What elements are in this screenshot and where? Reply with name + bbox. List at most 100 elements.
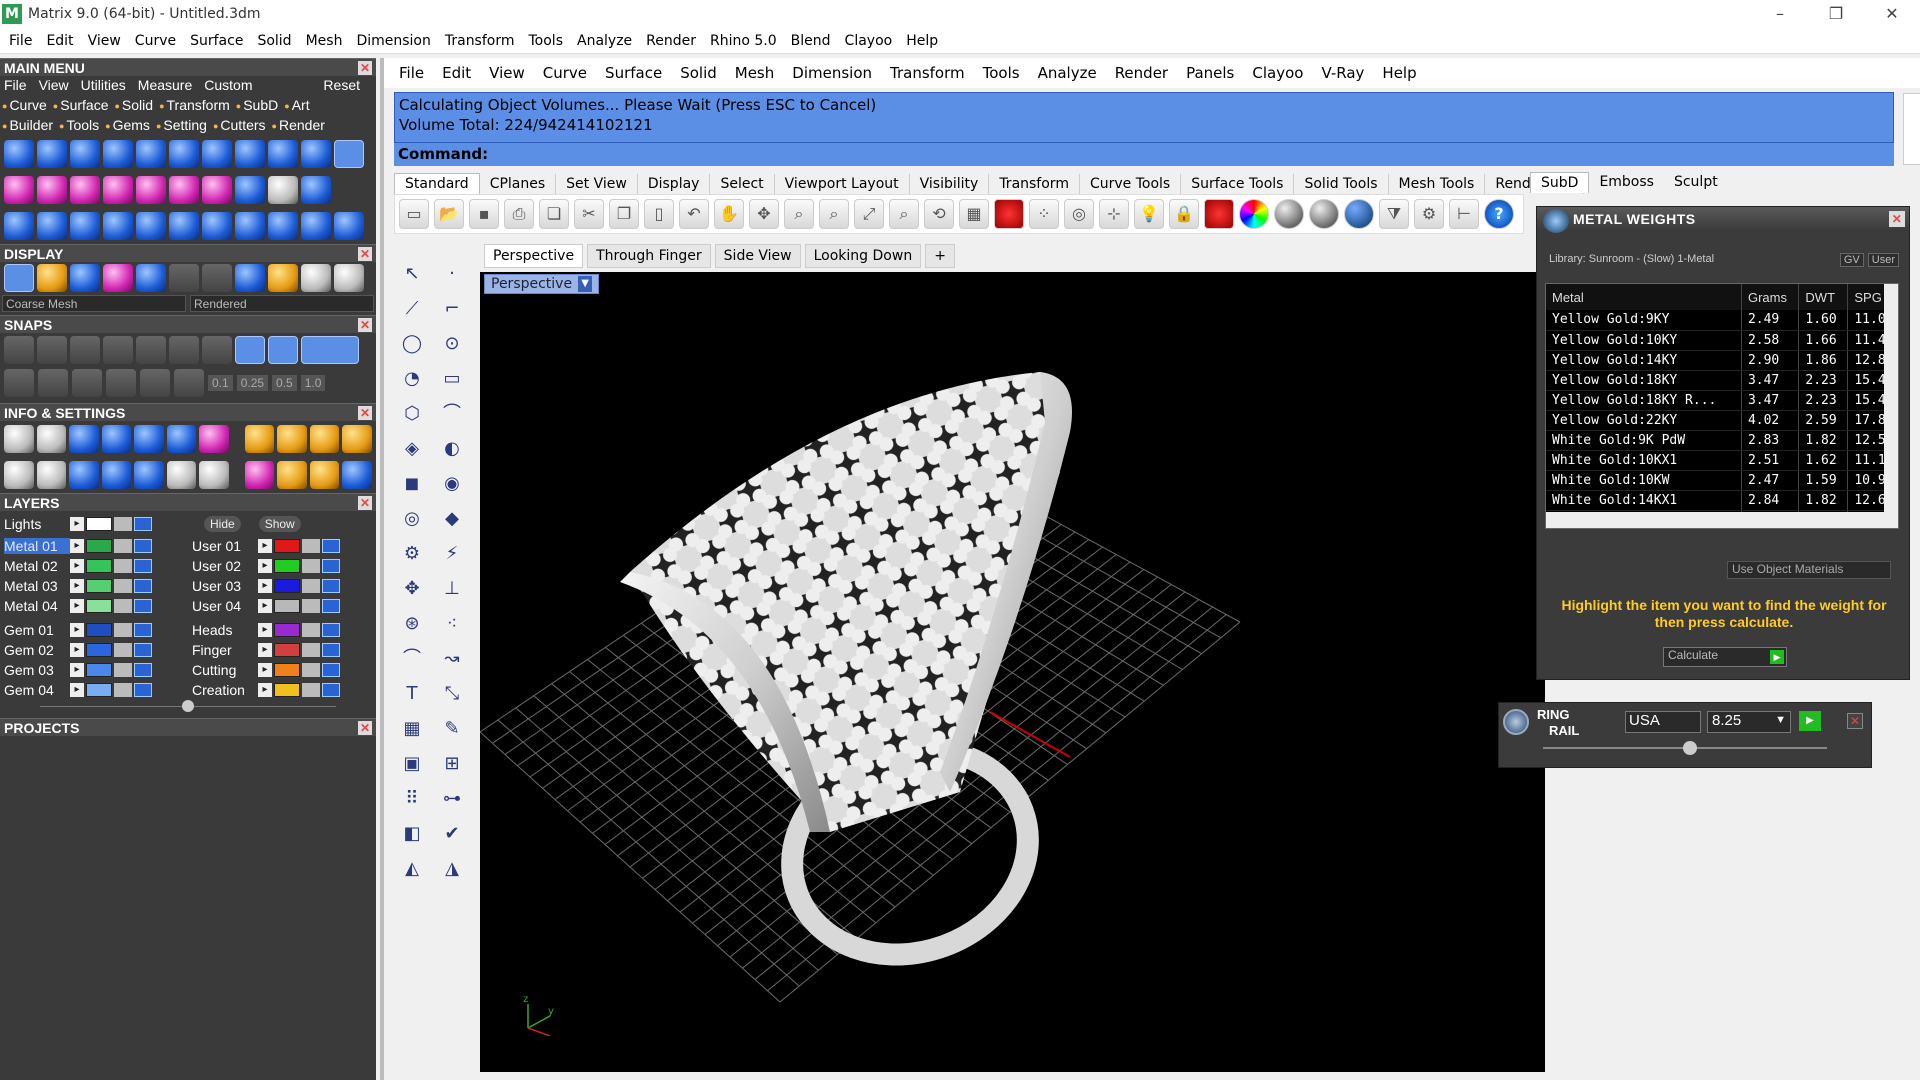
layer-name[interactable]: Cutting [192, 662, 258, 678]
visibility-icon[interactable] [134, 663, 152, 677]
ring-rail-slider[interactable] [1543, 741, 1827, 755]
arrow-icon[interactable]: ▸ [258, 599, 272, 613]
category-item[interactable]: Solid [114, 97, 153, 115]
cylinder-icon[interactable] [101, 461, 132, 489]
layer-color-swatch[interactable] [274, 683, 300, 697]
gold-sphere-icon[interactable] [268, 264, 298, 292]
lock-icon[interactable] [114, 623, 132, 637]
viewport-title-menu[interactable]: Perspective ▼ [484, 274, 600, 294]
edit-icon[interactable]: ✎ [437, 714, 467, 744]
main-menu-item[interactable]: File [4, 77, 27, 95]
quad-snap-icon[interactable] [268, 336, 298, 364]
ring-tool-icon[interactable] [70, 140, 100, 168]
frame-tool-icon[interactable] [202, 140, 232, 168]
grid-snap-icon[interactable] [4, 369, 34, 397]
arrow-icon[interactable]: ▸ [258, 579, 272, 593]
array-icon[interactable]: ▦ [397, 714, 427, 744]
block-icon[interactable]: ▣ [397, 749, 427, 779]
menu-item[interactable]: Curve [128, 33, 183, 49]
shield-tool-icon[interactable] [235, 140, 265, 168]
toolbar-tab[interactable]: Transform [989, 174, 1080, 194]
column-tool-icon[interactable] [103, 212, 133, 240]
visibility-icon[interactable] [134, 683, 152, 697]
arrow-icon[interactable]: ▸ [70, 623, 84, 637]
perspective-viewport[interactable]: Perspective ▼ zy [480, 272, 1545, 1072]
select-points-icon[interactable]: ⁘ [1029, 199, 1059, 229]
lock-icon[interactable]: 🔒 [1169, 199, 1199, 229]
layers-resize-handle[interactable] [0, 700, 376, 712]
line-snap-icon[interactable] [72, 369, 102, 397]
close-icon[interactable]: ✕ [358, 495, 372, 510]
viewports-icon[interactable]: ▦ [959, 199, 989, 229]
category-item[interactable]: Art [284, 97, 310, 115]
layer-name[interactable]: User 02 [192, 558, 258, 574]
menu-item[interactable]: Surface [183, 33, 250, 49]
layer-color-swatch[interactable] [86, 559, 112, 573]
mirror-tool-icon[interactable] [268, 212, 298, 240]
close-icon[interactable]: ✕ [358, 405, 372, 420]
table-row[interactable]: White Gold:14KX1 2.84 1.82 12.63 [1546, 490, 1898, 511]
menu-item[interactable]: Solid [250, 33, 298, 49]
scale-icon[interactable]: ⤡ [437, 679, 467, 709]
material-icon[interactable] [103, 264, 133, 292]
snap-value-1[interactable]: 0.1 [208, 375, 233, 391]
lock-icon[interactable] [302, 683, 320, 697]
history-scrollbar[interactable] [1903, 93, 1920, 165]
layer-color-swatch[interactable] [86, 683, 112, 697]
lock-icon[interactable] [114, 539, 132, 553]
layer-color-swatch[interactable] [86, 643, 112, 657]
viewport-tab[interactable]: Side View [714, 244, 801, 268]
circle-tool-icon[interactable] [4, 140, 34, 168]
menu-item[interactable]: Help [899, 33, 945, 49]
torus-tool-icon[interactable] [334, 212, 364, 240]
snap-points-icon[interactable]: ⊹ [1099, 199, 1129, 229]
flow-tool-icon[interactable] [202, 176, 232, 204]
xray-icon[interactable] [169, 264, 199, 292]
visibility-icon[interactable] [134, 623, 152, 637]
menu-item[interactable]: Edit [433, 64, 480, 82]
save-icon[interactable]: ▪ [469, 199, 499, 229]
mesh-quality-select[interactable]: Coarse Mesh [2, 295, 186, 312]
arrow-icon[interactable]: ▸ [258, 643, 272, 657]
menu-item[interactable]: View [480, 64, 534, 82]
arrow-icon[interactable]: ▸ [70, 559, 84, 573]
layer-color-swatch[interactable] [86, 623, 112, 637]
layer-color-swatch[interactable] [274, 663, 300, 677]
gear-tool-icon[interactable] [268, 140, 298, 168]
category-item[interactable]: Transform [159, 97, 230, 115]
right-panel-tab[interactable]: SubD [1530, 172, 1590, 193]
table-row[interactable]: Yellow Gold:18KY R... 3.47 2.23 15.41 [1546, 390, 1898, 411]
windows-icon[interactable] [4, 461, 34, 489]
category-item[interactable]: Gems [105, 117, 150, 135]
table-row[interactable]: White Gold:10KX1 2.51 1.62 11.18 [1546, 450, 1898, 471]
menu-item[interactable]: Render [639, 33, 703, 49]
menu-item[interactable]: Analyze [1029, 64, 1106, 82]
paste-icon[interactable]: ❐ [609, 199, 639, 229]
arc-tool-icon[interactable] [37, 212, 67, 240]
arrow-icon[interactable]: ▸ [258, 559, 272, 573]
bolt-tool-icon[interactable] [301, 140, 331, 168]
edit-icon[interactable] [166, 425, 197, 453]
vertical-scrollbar[interactable] [1884, 284, 1898, 528]
toolbar-tab[interactable]: Standard [394, 173, 480, 194]
ellipse-icon[interactable]: ⊙ [437, 329, 467, 359]
layer-name[interactable]: User 03 [192, 578, 258, 594]
layer-color-swatch[interactable] [274, 579, 300, 593]
menu-item[interactable]: View [81, 33, 128, 49]
arrow-icon[interactable]: ▸ [70, 539, 84, 553]
table-row[interactable]: Yellow Gold:9KY 2.49 1.60 11.08 [1546, 310, 1898, 331]
gem-icon[interactable] [69, 461, 99, 489]
apply-ring-button[interactable]: ▶ [1799, 711, 1821, 731]
layer-name[interactable]: Gem 03 [4, 662, 70, 678]
settings-gear-icon[interactable] [4, 425, 34, 453]
menu-item[interactable]: V-Ray [1312, 64, 1373, 82]
arrow-icon[interactable]: ▸ [258, 539, 272, 553]
dimension-icon[interactable]: ⊞ [437, 749, 467, 779]
pan-hand-icon[interactable]: ✋ [714, 199, 744, 229]
layer-name[interactable]: Gem 01 [4, 622, 70, 638]
lock-icon[interactable] [302, 579, 320, 593]
ghosted-icon[interactable] [202, 264, 232, 292]
layer-name[interactable]: Finger [192, 642, 258, 658]
layer-color-swatch[interactable] [86, 579, 112, 593]
category-item[interactable]: Setting [156, 117, 207, 135]
